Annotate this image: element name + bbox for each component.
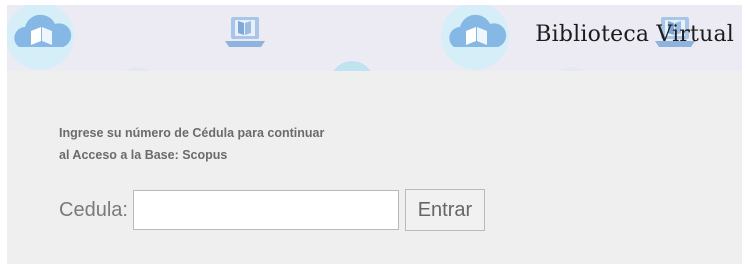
cedula-input[interactable] [132,190,399,230]
banner-title: Biblioteca Virtual [535,22,734,47]
login-panel: Ingrese su número de Cédula para continu… [7,71,742,264]
cedula-label: Cedula: [59,198,128,221]
header-banner: Biblioteca Virtual [7,5,742,71]
instruction-line-1: Ingrese su número de Cédula para continu… [59,126,325,140]
laptop-book-icon [225,17,265,47]
instructions: Ingrese su número de Cédula para continu… [59,122,324,166]
banner-decor-circle [333,61,371,71]
instruction-line-2: al Acceso a la Base: Scopus [59,148,228,162]
cloud-book-icon [441,5,509,70]
cloud-book-icon [7,5,74,70]
cedula-form: Cedula: Entrar [59,187,485,233]
enter-button[interactable]: Entrar [404,189,485,231]
